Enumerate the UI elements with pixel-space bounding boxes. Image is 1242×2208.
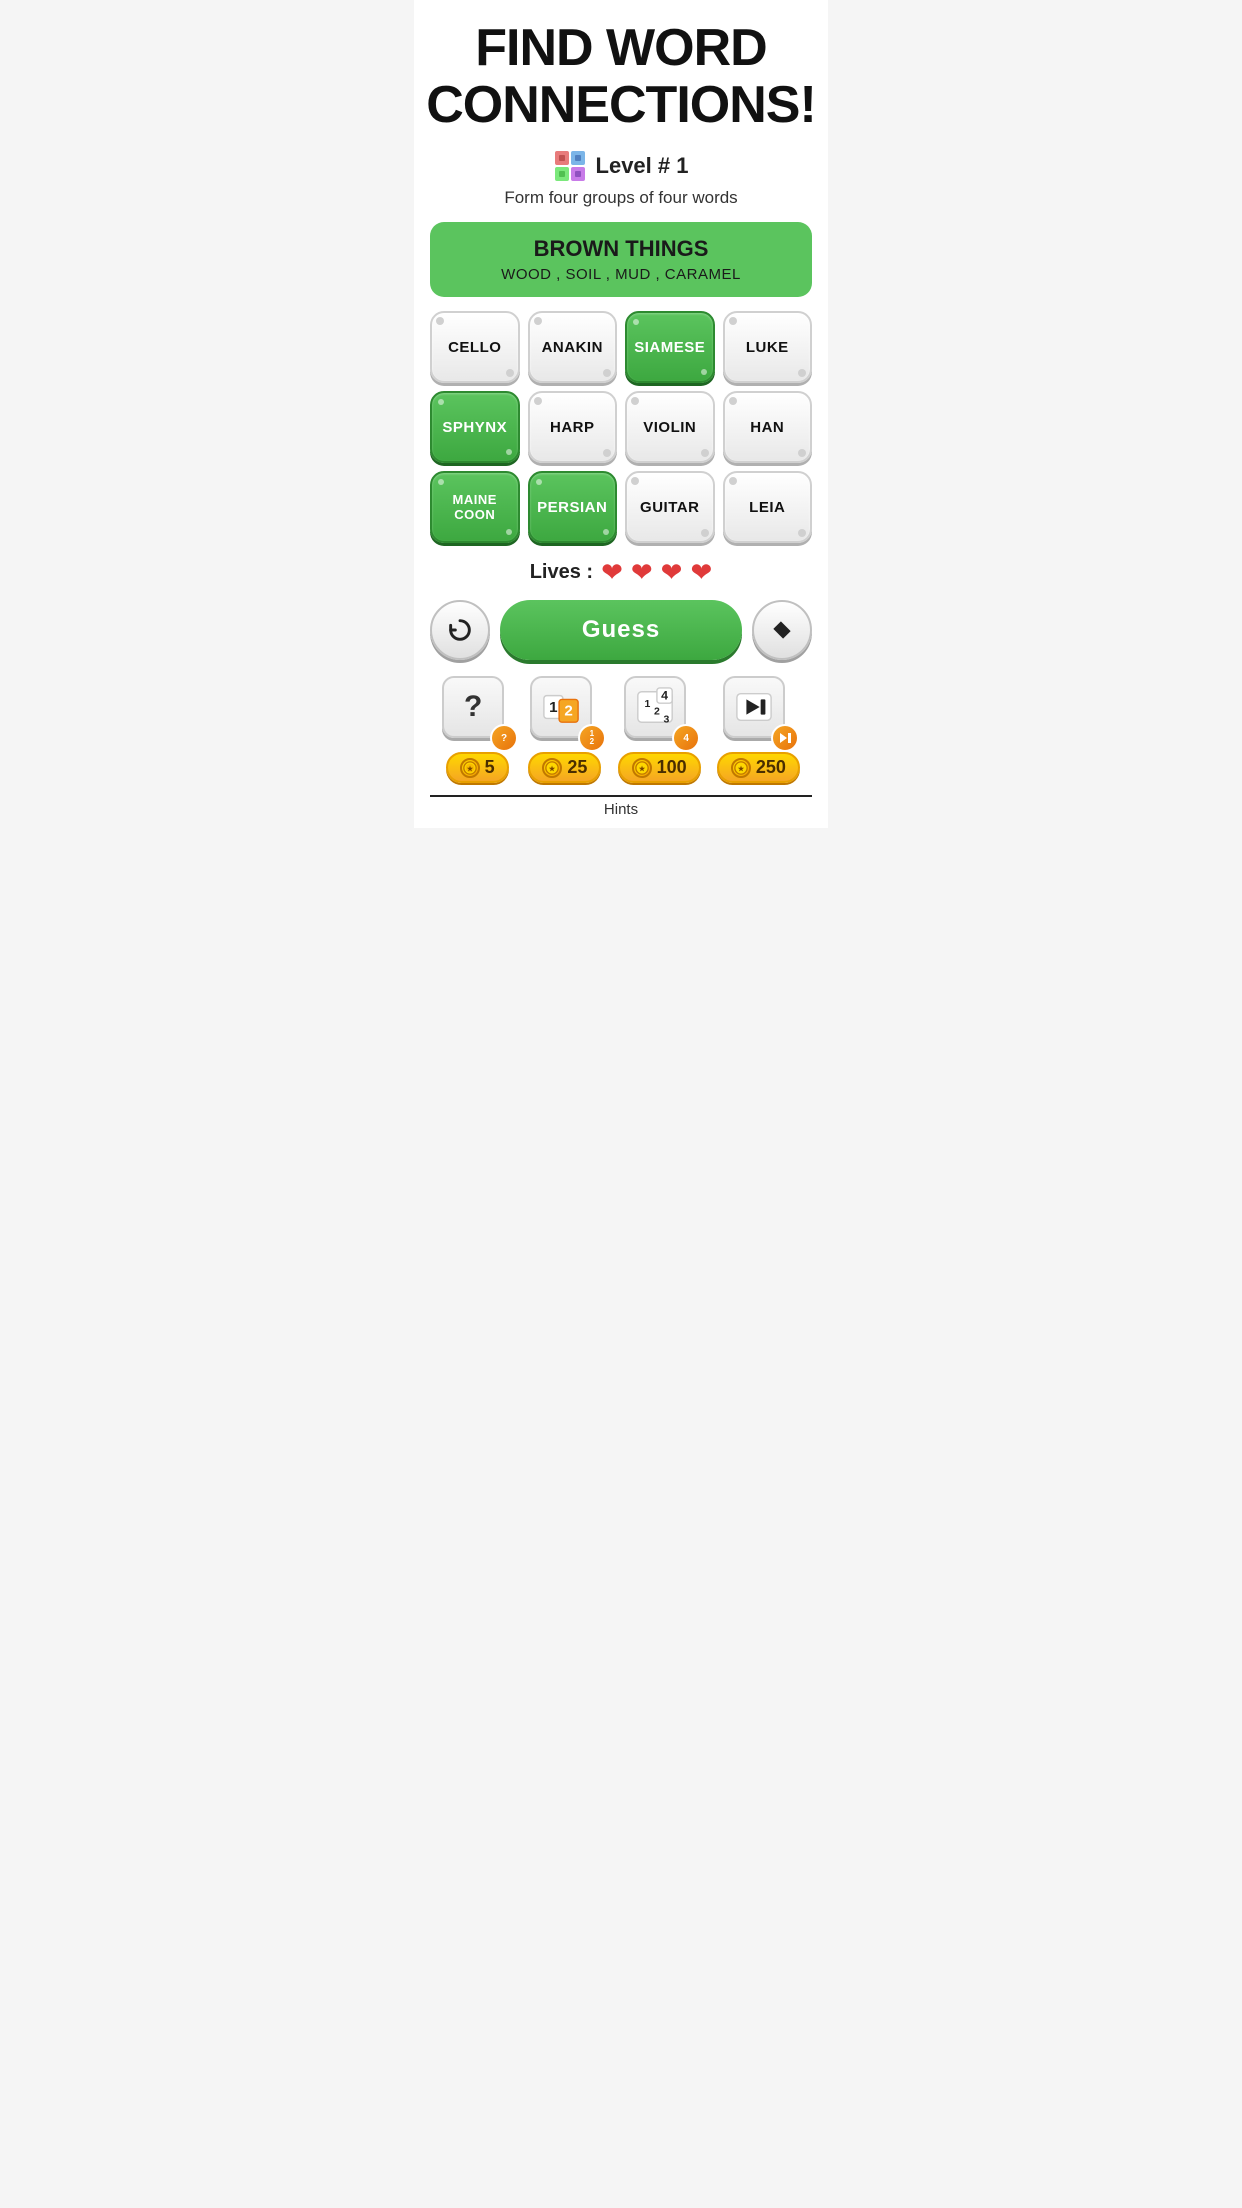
hint-question-icon: ? ? [442,676,512,746]
tile-siamese[interactable]: SIAMESE [625,311,715,383]
tile-sphynx[interactable]: SPHYNX [430,391,520,463]
hint-reveal-badge: 4 [672,724,700,752]
heart-1: ❤ [601,557,623,588]
tile-han[interactable]: HAN [723,391,813,463]
svg-text:1: 1 [645,698,651,710]
svg-text:★: ★ [549,765,556,773]
tile-luke[interactable]: LUKE [723,311,813,383]
tile-violin[interactable]: VIOLIN [625,391,715,463]
tile-guitar[interactable]: GUITAR [625,471,715,543]
svg-text:★: ★ [638,765,645,773]
hints-section: ? ? ★ 5 [430,676,812,818]
solved-group-banner: BROWN THINGS WOOD , SOIL , MUD , CARAMEL [430,222,812,297]
hint-reveal-icon: 4 1 2 3 4 [624,676,694,746]
coin-icon: ★ [463,761,477,775]
hint-question-cost: ★ 5 [446,752,509,783]
hint-question-item[interactable]: ? ? ★ 5 [442,676,512,783]
shuffle-icon [446,616,474,644]
tile-maine-coon[interactable]: MAINECOON [430,471,520,543]
erase-icon [769,617,795,643]
svg-text:1: 1 [549,699,558,716]
tile-anakin[interactable]: ANAKIN [528,311,618,383]
app-container: FIND WORD CONNECTIONS! Level # 1 Form fo… [414,0,828,828]
lives-label: Lives : [530,561,593,584]
controls-row: Guess [430,600,812,660]
svg-text:★: ★ [738,765,745,773]
hint-skip-cost: ★ 250 [717,752,800,783]
svg-text:2: 2 [564,703,572,720]
shuffle-button[interactable] [430,600,490,660]
hint-swap-badge: 12 [578,724,606,752]
hint-reveal-item[interactable]: 4 1 2 3 4 ★ [618,676,701,783]
page-title: FIND WORD CONNECTIONS! [426,20,816,134]
coin-icon-2: ★ [545,761,559,775]
svg-text:4: 4 [661,689,668,703]
tile-cello[interactable]: CELLO [430,311,520,383]
hints-row: ? ? ★ 5 [430,676,812,783]
heart-2: ❤ [631,557,653,588]
word-grid: CELLO ANAKIN SIAMESE LUKE SPHYNX HARP VI… [430,311,812,543]
solved-group-title: BROWN THINGS [448,236,794,262]
coin-icon-4: ★ [734,761,748,775]
coin-icon-3: ★ [635,761,649,775]
subtitle: Form four groups of four words [504,188,737,208]
hint-reveal-cost: ★ 100 [618,752,701,783]
solved-group-words: WOOD , SOIL , MUD , CARAMEL [448,266,794,283]
erase-button[interactable] [752,600,812,660]
hint-swap-item[interactable]: 1 2 12 ★ [528,676,601,783]
svg-text:★: ★ [466,765,473,773]
tile-leia[interactable]: LEIA [723,471,813,543]
svg-text:3: 3 [664,714,670,726]
heart-4: ❤ [690,557,712,588]
hints-label: Hints [604,801,638,818]
hints-divider [430,795,812,797]
tile-harp[interactable]: HARP [528,391,618,463]
tile-persian[interactable]: PERSIAN [528,471,618,543]
svg-text:2: 2 [654,706,660,718]
heart-3: ❤ [661,557,683,588]
hint-skip-icon [723,676,793,746]
hint-skip-badge [771,724,799,752]
hint-swap-icon: 1 2 12 [530,676,600,746]
hint-question-badge: ? [490,724,518,752]
hint-swap-cost: ★ 25 [528,752,601,783]
level-text: Level # 1 [596,153,689,179]
guess-button[interactable]: Guess [500,600,742,660]
mosaic-icon [554,150,586,182]
lives-row: Lives : ❤ ❤ ❤ ❤ [530,557,713,588]
hint-skip-item[interactable]: ★ 250 [717,676,800,783]
level-row: Level # 1 [554,150,689,182]
